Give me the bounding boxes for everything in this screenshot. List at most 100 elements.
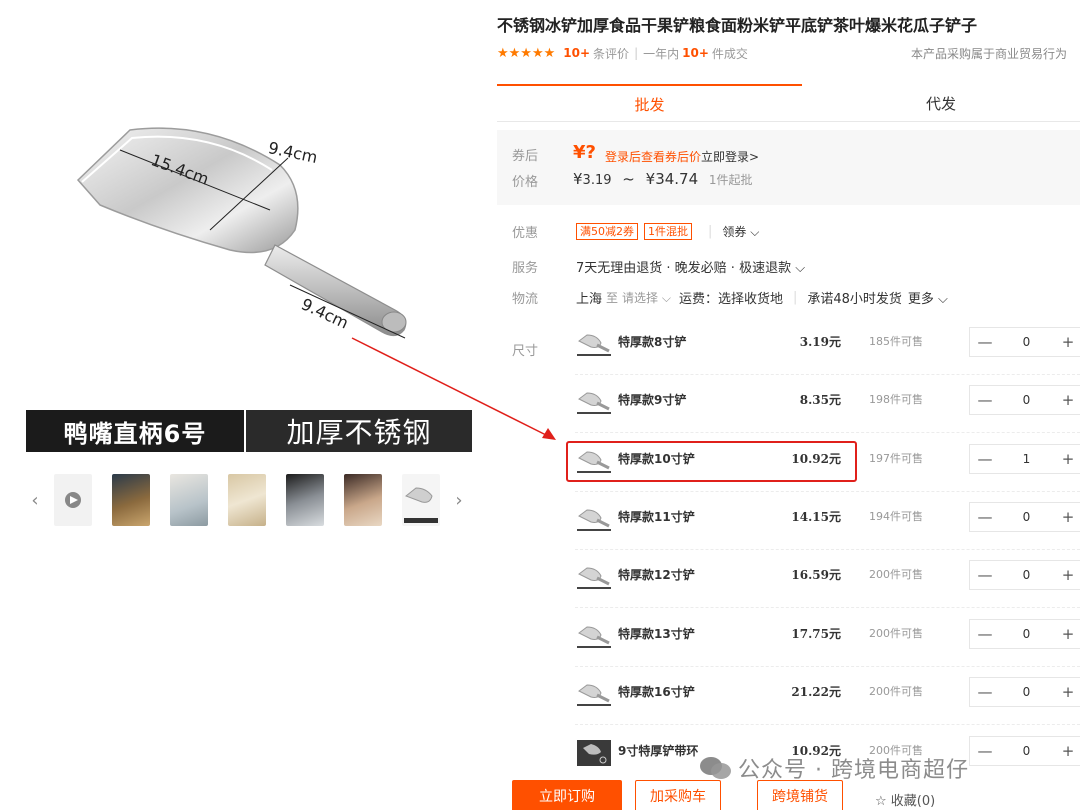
thumbnail[interactable]	[170, 474, 208, 526]
offers-row: 优惠 满50减2券 1件混批 | 领券 ⌵	[512, 222, 759, 241]
logistics-label: 物流	[512, 292, 539, 307]
sku-stock: 185件可售	[869, 335, 923, 348]
sku-price: 16.59元	[791, 568, 841, 582]
quantity-input[interactable]: 0	[1000, 335, 1053, 349]
price-high-symbol: ¥	[645, 170, 656, 188]
price-box: 券后 价格 ¥? 登录后查看券后价立即登录> ¥3.19 ~ ¥34.74 1件…	[497, 130, 1080, 205]
thumbnail[interactable]	[402, 474, 440, 526]
quantity-input[interactable]: 0	[1000, 685, 1053, 699]
tab-dropship[interactable]: 代发	[802, 84, 1080, 122]
add-to-cart-button[interactable]: 加采购车	[635, 780, 721, 810]
decrease-button[interactable]: —	[970, 742, 1000, 760]
sku-price: 14.15元	[791, 510, 841, 524]
increase-button[interactable]: +	[1053, 508, 1080, 526]
quantity-input[interactable]: 0	[1000, 744, 1053, 758]
year-sales-count: 10+	[682, 46, 709, 60]
decrease-button[interactable]: —	[970, 333, 1000, 351]
scoop-thumb-icon	[577, 334, 611, 356]
increase-button[interactable]: +	[1053, 391, 1080, 409]
decrease-button[interactable]: —	[970, 625, 1000, 643]
thumbnail-video[interactable]	[54, 474, 92, 526]
get-coupon-link[interactable]: 领券 ⌵	[722, 223, 759, 240]
watermark-text: 公众号 · 跨境电商超仔	[738, 758, 969, 783]
product-gallery: 9.4cm 15.4cm 9.4cm 鸭嘴直柄6号 加厚不锈钢 ‹ ›	[0, 0, 480, 540]
quantity-input[interactable]: 1	[1000, 452, 1053, 466]
product-title: 不锈钢冰铲加厚食品干果铲粮食面粉米铲平底铲茶叶爆米花瓜子铲子	[497, 16, 978, 35]
thumbnail[interactable]	[228, 474, 266, 526]
thumbnail[interactable]	[344, 474, 382, 526]
sku-price: 17.75元	[791, 627, 841, 641]
login-hint: 登录后查看券后价	[605, 150, 702, 164]
image-banner: 鸭嘴直柄6号 加厚不锈钢	[26, 410, 472, 452]
quantity-input[interactable]: 0	[1000, 393, 1053, 407]
destination-select[interactable]: 请选择 ⌵	[622, 289, 671, 306]
quantity-stepper: — 0 +	[969, 619, 1080, 649]
rating-row: ★★★★★ 10+ 条评价 | 一年内 10+ 件成交 本产品采购属于商业贸易行…	[497, 43, 1067, 63]
cross-border-listing-button[interactable]: 跨境铺货	[757, 780, 843, 810]
increase-button[interactable]: +	[1053, 450, 1080, 468]
buy-now-button[interactable]: 立即订购	[512, 780, 622, 810]
decrease-button[interactable]: —	[970, 566, 1000, 584]
size-label: 尺寸	[512, 344, 539, 359]
sku-name: 9寸特厚铲带环	[618, 744, 699, 758]
sku-price: 8.35元	[799, 393, 841, 407]
decrease-button[interactable]: —	[970, 450, 1000, 468]
sku-row: 特厚款16寸铲 21.22元 200件可售 — 0 +	[575, 667, 1080, 725]
min-order: 1件起批	[708, 173, 753, 187]
decrease-button[interactable]: —	[970, 683, 1000, 701]
divider: |	[634, 46, 639, 60]
increase-button[interactable]: +	[1053, 683, 1080, 701]
increase-button[interactable]: +	[1053, 566, 1080, 584]
quantity-stepper: — 0 +	[969, 736, 1080, 766]
sku-row: 特厚款8寸铲 3.19元 185件可售 — 0 +	[575, 317, 1080, 375]
scoop-thumb-icon	[577, 509, 611, 531]
price-low-symbol: ¥	[573, 170, 583, 188]
ship-to-word: 至	[606, 291, 619, 305]
thumbnail[interactable]	[112, 474, 150, 526]
prev-arrow-icon[interactable]: ‹	[26, 474, 44, 526]
sku-row: 特厚款13寸铲 17.75元 200件可售 — 0 +	[575, 609, 1080, 667]
product-panel: 不锈钢冰铲加厚食品干果铲粮食面粉米铲平底铲茶叶爆米花瓜子铲子 ★★★★★ 10+…	[497, 0, 1080, 810]
quantity-input[interactable]: 0	[1000, 510, 1053, 524]
service-row: 服务 7天无理由退货 · 晚发必赔 · 极速退款 ⌵	[512, 257, 805, 276]
quantity-stepper: — 0 +	[969, 560, 1080, 590]
watermark: 公众号 · 跨境电商超仔	[698, 752, 969, 784]
quantity-input[interactable]: 0	[1000, 627, 1053, 641]
sku-price: 3.19元	[799, 335, 841, 349]
decrease-button[interactable]: —	[970, 391, 1000, 409]
decrease-button[interactable]: —	[970, 508, 1000, 526]
ship-from: 上海	[576, 292, 603, 307]
scoop-ring-thumb-icon	[577, 740, 611, 766]
purchase-tabs: 批发 代发	[497, 84, 1080, 122]
price-range: ¥3.19 ~ ¥34.74 1件起批	[573, 170, 753, 188]
logistics-more[interactable]: 更多 ⌵	[908, 288, 948, 307]
sku-row: 特厚款12寸铲 16.59元 200件可售 — 0 +	[575, 550, 1080, 608]
offer-tag-coupon: 满50减2券	[576, 223, 638, 240]
reviews-count[interactable]: 10+	[563, 46, 590, 60]
sku-stock: 198件可售	[869, 393, 923, 406]
product-image[interactable]	[60, 110, 440, 350]
thumbnail[interactable]	[286, 474, 324, 526]
favorite-button[interactable]: ☆ 收藏(0)	[875, 790, 935, 809]
increase-button[interactable]: +	[1053, 333, 1080, 351]
scoop-thumb-icon	[577, 567, 611, 589]
service-text[interactable]: 7天无理由退货 · 晚发必赔 · 极速退款 ⌵	[576, 257, 805, 276]
service-label: 服务	[512, 261, 539, 276]
quantity-input[interactable]: 0	[1000, 568, 1053, 582]
reviews-suffix[interactable]: 条评价	[593, 45, 629, 62]
increase-button[interactable]: +	[1053, 625, 1080, 643]
scoop-thumb-icon	[577, 626, 611, 648]
sku-stock: 194件可售	[869, 510, 923, 523]
divider: |	[792, 290, 798, 305]
next-arrow-icon[interactable]: ›	[450, 474, 468, 526]
rating-stars-icon: ★★★★★	[497, 45, 556, 61]
login-link[interactable]: 立即登录>	[701, 150, 759, 164]
scoop-thumb-icon	[577, 684, 611, 706]
quantity-stepper: — 0 +	[969, 677, 1080, 707]
trade-note: 本产品采购属于商业贸易行为	[910, 46, 1067, 61]
offers-label: 优惠	[512, 226, 539, 241]
increase-button[interactable]: +	[1053, 742, 1080, 760]
play-icon	[65, 492, 81, 508]
tab-wholesale[interactable]: 批发	[497, 84, 802, 122]
sku-name: 特厚款8寸铲	[618, 335, 687, 349]
